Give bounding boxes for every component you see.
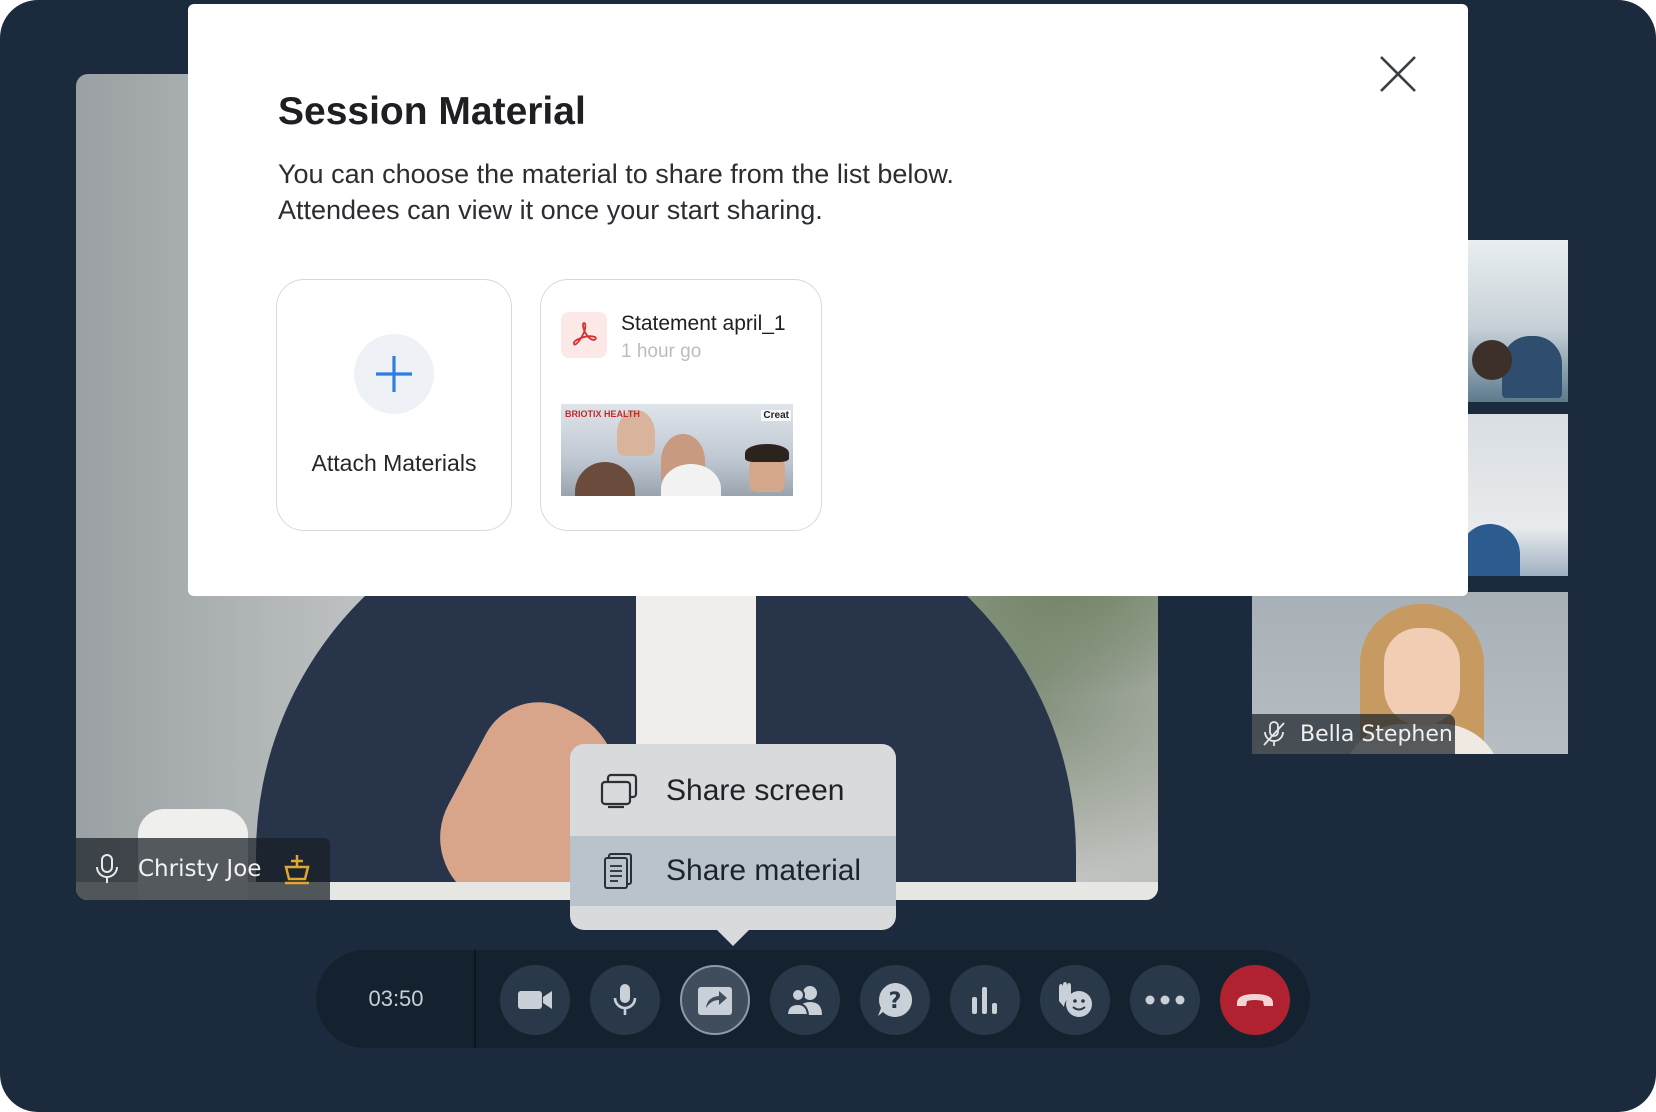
divider bbox=[474, 950, 476, 1048]
microphone-button[interactable] bbox=[590, 965, 660, 1035]
plus-icon bbox=[354, 334, 434, 414]
meeting-timer: 03:50 bbox=[368, 986, 424, 1011]
material-file-card[interactable]: Statement april_1 1 hour go BRIOTIX HEAL… bbox=[540, 279, 822, 531]
participant-figure bbox=[1460, 524, 1520, 576]
thumbnail-brand-right: Creat bbox=[761, 410, 791, 421]
participant-face bbox=[1384, 628, 1460, 726]
poll-bars-icon bbox=[969, 985, 1001, 1015]
microphone-muted-icon bbox=[1262, 721, 1286, 747]
modal-description: You can choose the material to share fro… bbox=[278, 156, 954, 228]
speaker-name-tag: Christy Joe bbox=[76, 838, 330, 900]
participant-name-tag: Bella Stephen bbox=[1252, 714, 1455, 754]
questions-button[interactable]: ? bbox=[860, 965, 930, 1035]
microphone-icon bbox=[612, 983, 638, 1017]
description-line: Attendees can view it once your start sh… bbox=[278, 195, 823, 225]
attach-materials-card[interactable]: Attach Materials bbox=[276, 279, 512, 531]
session-material-modal: Session Material You can choose the mate… bbox=[188, 4, 1468, 596]
question-icon: ? bbox=[876, 981, 914, 1019]
file-name: Statement april_1 bbox=[621, 312, 786, 335]
participant-figure bbox=[1472, 340, 1512, 380]
pdf-icon bbox=[561, 312, 607, 358]
video-camera-icon bbox=[517, 988, 553, 1012]
file-thumbnail: BRIOTIX HEALTH Creat bbox=[561, 404, 793, 496]
participant-name: Bella Stephen bbox=[1300, 721, 1453, 747]
reactions-button[interactable] bbox=[1040, 965, 1110, 1035]
more-options-button[interactable] bbox=[1130, 965, 1200, 1035]
meeting-control-bar: 03:50 ? bbox=[316, 950, 1310, 1048]
video-camera-button[interactable] bbox=[500, 965, 570, 1035]
document-icon bbox=[600, 853, 638, 889]
participants-icon bbox=[786, 984, 824, 1016]
share-material-option[interactable]: Share material bbox=[570, 836, 896, 906]
participant-figure bbox=[1502, 336, 1562, 398]
microphone-icon bbox=[94, 854, 120, 884]
description-line: You can choose the material to share fro… bbox=[278, 159, 954, 189]
share-button[interactable] bbox=[680, 965, 750, 1035]
raise-hand-emoji-icon bbox=[1055, 981, 1095, 1019]
speaker-name: Christy Joe bbox=[138, 856, 262, 882]
share-screen-option[interactable]: Share screen bbox=[570, 756, 896, 826]
attach-materials-label: Attach Materials bbox=[311, 450, 477, 476]
file-timestamp: 1 hour go bbox=[621, 341, 702, 362]
menu-caret bbox=[715, 928, 751, 946]
share-screen-label: Share screen bbox=[666, 774, 845, 807]
host-crown-icon bbox=[282, 853, 312, 885]
meeting-window: Christy Joe Bella Stephen Share screen S… bbox=[0, 0, 1656, 1112]
share-icon bbox=[697, 984, 733, 1016]
share-material-label: Share material bbox=[666, 854, 862, 887]
share-screen-icon bbox=[600, 773, 638, 809]
share-menu: Share screen Share material bbox=[570, 744, 896, 946]
participants-button[interactable] bbox=[770, 965, 840, 1035]
end-call-button[interactable] bbox=[1220, 965, 1290, 1035]
hang-up-icon bbox=[1235, 991, 1275, 1009]
modal-title: Session Material bbox=[278, 90, 586, 133]
polls-button[interactable] bbox=[950, 965, 1020, 1035]
thumbnail-brand-left: BRIOTIX HEALTH bbox=[565, 409, 640, 419]
close-icon bbox=[1378, 56, 1418, 98]
more-dots-icon bbox=[1145, 995, 1185, 1005]
svg-text:?: ? bbox=[889, 989, 902, 1014]
close-modal-button[interactable] bbox=[1378, 54, 1418, 94]
